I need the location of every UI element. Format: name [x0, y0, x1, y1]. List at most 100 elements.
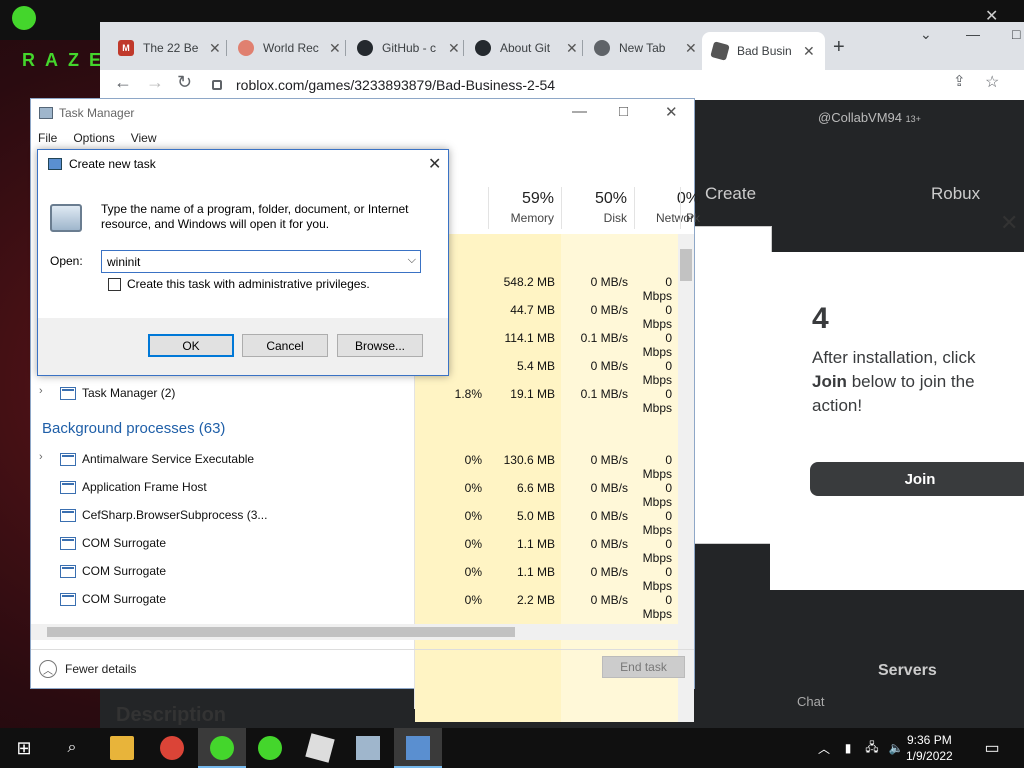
close-button[interactable]: ✕ — [665, 103, 678, 121]
table-row[interactable]: Application Frame Host 0% 6.6 MB 0 MB/s 0 M… — [31, 474, 683, 509]
process-icon — [60, 509, 76, 522]
disk-cell: 0 MB/s — [590, 593, 628, 607]
tab-close-icon[interactable]: ✕ — [803, 43, 815, 60]
process-name: COM Surrogate — [82, 536, 167, 550]
volume-icon[interactable]: 🔈 — [884, 736, 908, 760]
maximize-button[interactable]: □ — [1012, 26, 1020, 42]
file-explorer-icon[interactable] — [110, 736, 134, 760]
run-dialog-taskbar-icon[interactable] — [406, 736, 430, 760]
tab-0[interactable]: M The 22 Be ✕ — [108, 34, 231, 62]
network-cell: 0 Mbps — [642, 565, 672, 593]
chrome-icon[interactable] — [160, 736, 184, 760]
table-row[interactable]: › Antimalware Service Executable 0% 130.6… — [31, 446, 683, 481]
search-icon[interactable]: ⌕ — [60, 736, 84, 760]
tab-close-icon[interactable]: ✕ — [329, 40, 341, 57]
cancel-button[interactable]: Cancel — [242, 334, 328, 357]
menu-file[interactable]: File — [38, 131, 57, 145]
roblox-icon[interactable] — [305, 733, 335, 763]
column-power[interactable]: P — [680, 187, 694, 229]
tab-3[interactable]: About Git ✕ — [465, 34, 588, 62]
razer-logo-icon — [12, 6, 36, 30]
fewer-details-button[interactable]: ︿ Fewer details — [39, 660, 136, 678]
maximize-button[interactable]: □ — [619, 103, 628, 120]
razer-synapse-icon[interactable] — [258, 736, 282, 760]
column-disk[interactable]: 50% Disk — [561, 187, 634, 229]
forward-icon[interactable]: → — [146, 72, 164, 93]
tab-close-icon[interactable]: ✕ — [566, 40, 578, 57]
servers-tab[interactable]: Servers — [878, 662, 937, 680]
table-row[interactable]: COM Surrogate 0% 2.2 MB 0 MB/s 0 Mbps — [31, 586, 683, 621]
clock[interactable]: 9:36 PM 1/9/2022 — [906, 732, 953, 764]
disk-cell: 0 MB/s — [590, 453, 628, 467]
process-name: COM Surrogate — [82, 564, 167, 578]
table-row[interactable]: › Task Manager (2) 1.8% 19.1 MB 0.1 MB/s 0 … — [31, 380, 683, 415]
battery-icon[interactable]: ▮ — [836, 736, 860, 760]
admin-privileges-checkbox[interactable]: Create this task with administrative pri… — [108, 277, 370, 291]
tab-2[interactable]: GitHub - c ✕ — [347, 34, 470, 62]
join-button[interactable]: Join — [810, 462, 1024, 496]
network-icon[interactable]: 🖧 — [860, 736, 884, 760]
minimize-button[interactable]: — — [572, 103, 587, 120]
user-age-badge: 13+ — [905, 114, 921, 124]
end-task-button[interactable]: End task — [602, 656, 685, 678]
table-row[interactable]: COM Surrogate 0% 1.1 MB 0 MB/s 0 Mbps — [31, 558, 683, 593]
tab-close-icon[interactable]: ✕ — [685, 40, 697, 57]
tab-1[interactable]: World Rec ✕ — [228, 34, 351, 62]
bookmark-star-icon[interactable]: ☆ — [985, 72, 999, 92]
tray-chevron-icon[interactable]: ︿ — [812, 736, 836, 760]
process-name: CefSharp.BrowserSubprocess (3... — [82, 508, 268, 522]
task-manager-footer: ︿ Fewer details End task — [31, 649, 694, 689]
minimize-button[interactable]: — — [966, 26, 980, 42]
reload-icon[interactable]: ↻ — [177, 72, 192, 93]
tab-favicon-icon — [238, 40, 254, 56]
start-windows-icon[interactable]: ⊞ — [12, 736, 36, 760]
address-bar[interactable]: roblox.com/games/3233893879/Bad-Business… — [212, 72, 952, 98]
task-manager-taskbar-icon[interactable] — [356, 736, 380, 760]
tab-close-icon[interactable]: ✕ — [209, 40, 221, 57]
step-text: After installation, click Join below to … — [812, 346, 1012, 418]
notification-icon[interactable]: ▭ — [980, 736, 1004, 760]
share-icon[interactable]: ⇪ — [953, 72, 966, 90]
modal-close-icon[interactable]: ✕ — [1000, 210, 1018, 236]
cpu-cell: 0% — [464, 565, 482, 579]
tab-close-icon[interactable]: ✕ — [448, 40, 460, 57]
expand-chevron-icon[interactable]: › — [39, 451, 43, 463]
memory-label: Memory — [510, 211, 554, 225]
memory-cell: 2.2 MB — [516, 593, 555, 607]
table-row[interactable]: COM Surrogate 0% 1.1 MB 0 MB/s 0 Mbps — [31, 530, 683, 565]
new-tab-button[interactable]: + — [833, 36, 845, 59]
tab-5-active[interactable]: Bad Busin ✕ — [702, 32, 825, 70]
open-input-value[interactable]: wininit — [107, 255, 140, 269]
open-combobox[interactable]: wininit ⌵ — [101, 250, 421, 273]
disk-cell: 0 MB/s — [590, 509, 628, 523]
tab-search-icon[interactable]: ⌄ — [920, 26, 932, 43]
fewer-details-label: Fewer details — [65, 662, 137, 676]
horizontal-scroll-thumb[interactable] — [47, 627, 515, 637]
chevron-down-icon[interactable]: ⌵ — [408, 254, 416, 267]
ok-button[interactable]: OK — [148, 334, 234, 357]
chat-label[interactable]: Chat — [797, 694, 824, 709]
menu-options[interactable]: Options — [73, 131, 114, 145]
table-row[interactable]: CefSharp.BrowserSubprocess (3... 0% 5.0 M… — [31, 502, 683, 537]
vertical-scroll-thumb[interactable] — [680, 249, 692, 281]
column-network[interactable]: 0% Network — [634, 187, 707, 229]
memory-cell: 114.1 MB — [504, 331, 555, 345]
expand-chevron-icon[interactable]: › — [39, 385, 43, 397]
roblox-user[interactable]: @CollabVM94 13+ — [818, 110, 921, 125]
checkbox-box[interactable] — [108, 277, 121, 291]
razer-app-icon[interactable] — [210, 736, 234, 760]
tab-4[interactable]: New Tab ✕ — [584, 34, 707, 62]
browse-button[interactable]: Browse... — [337, 334, 423, 357]
back-icon[interactable]: ← — [114, 72, 132, 93]
clock-time: 9:36 PM — [907, 733, 952, 747]
memory-cell: 1.1 MB — [516, 537, 555, 551]
column-memory[interactable]: 59% Memory — [488, 187, 561, 229]
menu-view[interactable]: View — [131, 131, 157, 145]
dialog-close-button[interactable]: ✕ — [428, 154, 441, 174]
cpu-cell: 0% — [464, 481, 482, 495]
nav-create[interactable]: Create — [705, 184, 756, 204]
memory-cell: 6.6 MB — [516, 481, 555, 495]
nav-robux[interactable]: Robux — [931, 184, 980, 204]
clock-date: 1/9/2022 — [906, 749, 953, 763]
network-cell: 0 Mbps — [642, 509, 672, 537]
